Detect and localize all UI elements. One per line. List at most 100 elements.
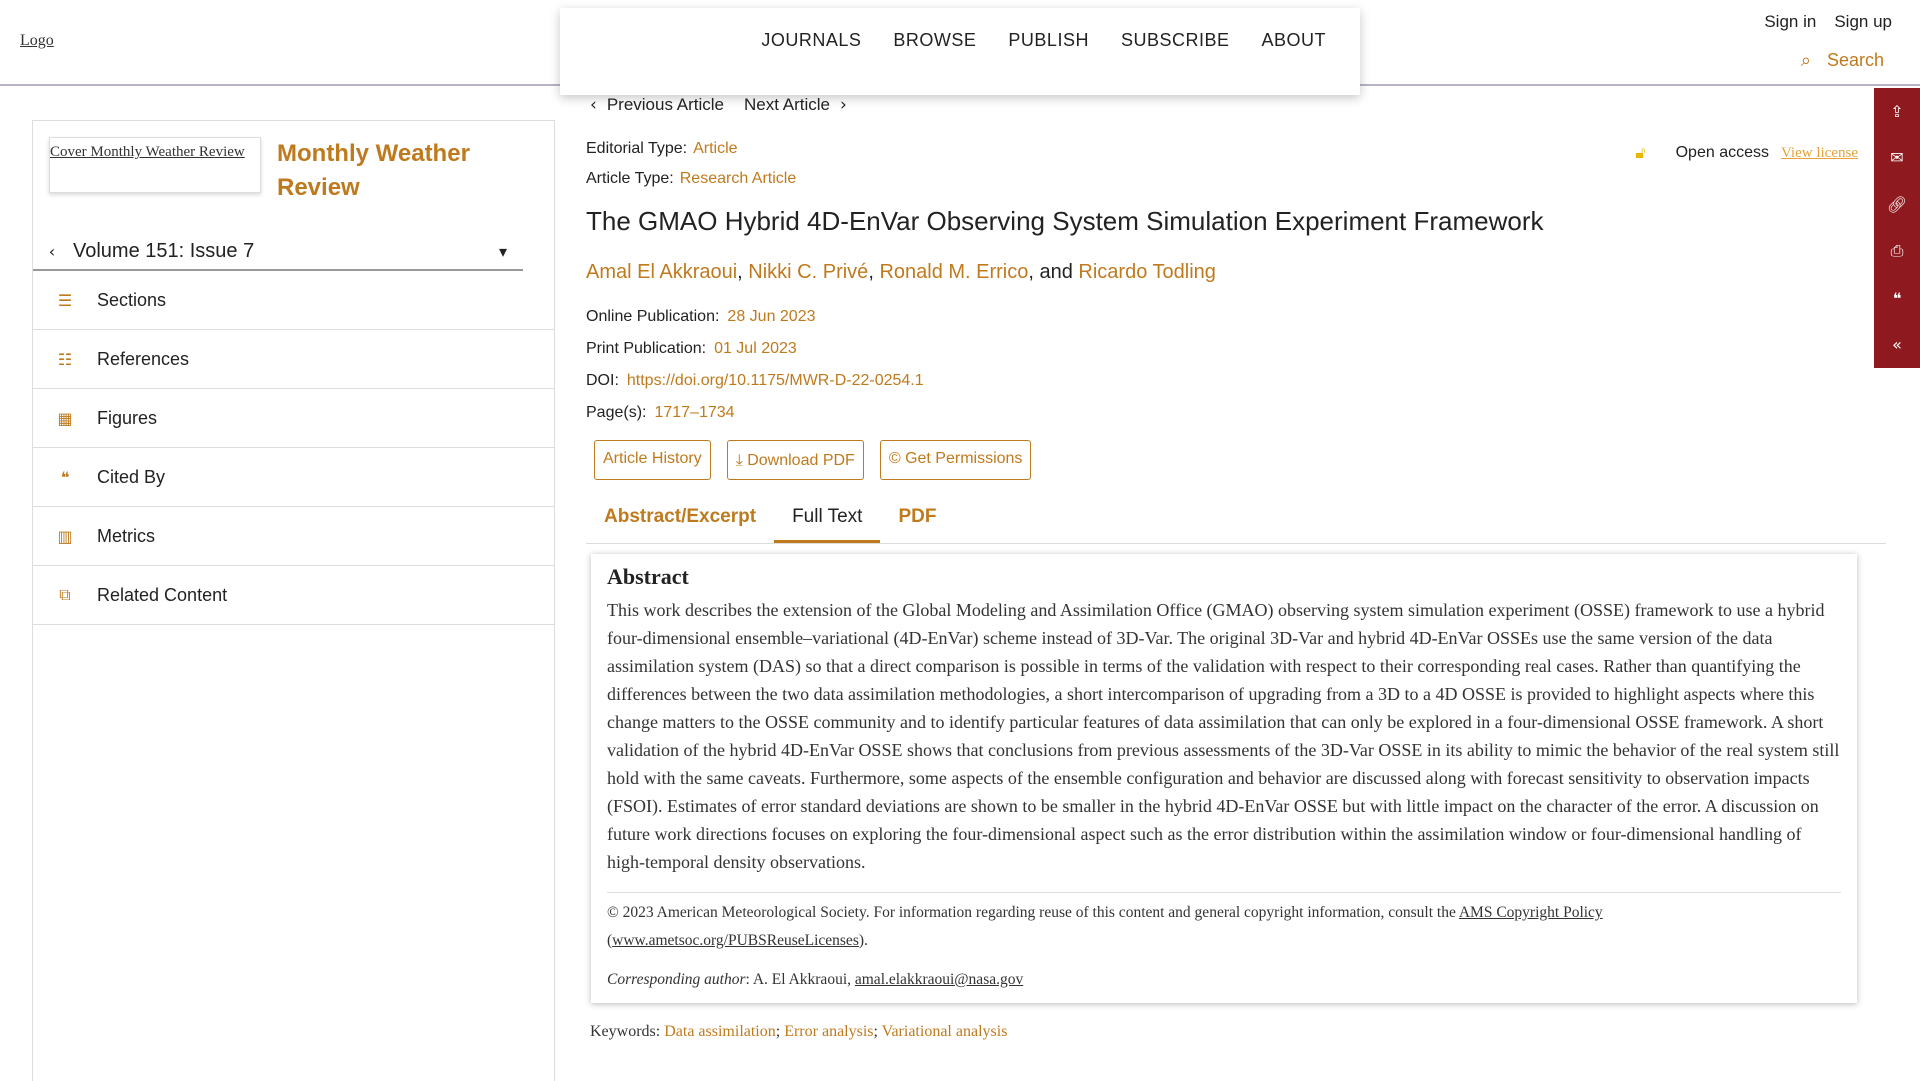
sidebar-item-references[interactable]: ☷ References [33, 330, 554, 389]
doi: DOI: https://doi.org/10.1175/MWR-D-22-025… [586, 372, 1886, 390]
pages-label: Page(s): [586, 404, 647, 421]
volume-selector[interactable]: ‹ Volume 151: Issue 7 ▾ [33, 233, 523, 271]
doi-link[interactable]: https://doi.org/10.1175/MWR-D-22-0254.1 [627, 372, 924, 389]
author-link[interactable]: Amal El Akkraoui [586, 261, 737, 283]
article-main: 🔓︎ Open access View license Editorial Ty… [586, 140, 1886, 1041]
open-access-label: Open access [1675, 144, 1769, 161]
article-title: The GMAO Hybrid 4D-EnVar Observing Syste… [586, 206, 1544, 236]
print-publication-label: Print Publication: [586, 340, 707, 357]
divider [607, 892, 1841, 893]
sections-icon: ☰ [57, 290, 73, 310]
volume-label: Volume 151: Issue 7 [73, 239, 255, 262]
previous-article-label: Previous Article [606, 95, 724, 114]
nav-browse[interactable]: BROWSE [893, 30, 976, 51]
article-type: Article Type: Research Article [586, 170, 1886, 188]
sidebar-item-label: Cited By [97, 466, 166, 487]
print-publication: Print Publication: 01 Jul 2023 [586, 340, 1886, 358]
abstract-heading: Abstract [607, 564, 689, 589]
collapse-icon[interactable]: « [1892, 335, 1902, 354]
search-toggle[interactable]: ⌕ Search [1801, 50, 1884, 71]
search-label: Search [1826, 50, 1884, 70]
sidebar-menu: ☰ Sections ☷ References ▦ Figures ❝ Cited By… [33, 271, 554, 625]
figures-icon: ▦ [57, 408, 73, 428]
share-icon[interactable]: ⇪ [1890, 102, 1903, 121]
previous-article-link[interactable]: ‹ Previous Article [590, 95, 724, 115]
author-link[interactable]: Nikki C. Privé [748, 261, 868, 283]
keyword-link[interactable]: Variational analysis [882, 1023, 1008, 1040]
nav-publish[interactable]: PUBLISH [1008, 30, 1089, 51]
author-link[interactable]: Ricardo Todling [1078, 261, 1216, 283]
sidebar-item-label: Metrics [97, 525, 155, 546]
author-separator: , and [1028, 261, 1079, 283]
corresponding-author-label: Corresponding author [607, 971, 746, 988]
chevron-down-icon[interactable]: ▾ [483, 242, 523, 261]
article-type-value[interactable]: Research Article [680, 170, 797, 187]
sidebar-item-label: Related Content [97, 584, 228, 605]
article-history-button[interactable]: Article History [594, 440, 711, 480]
author-separator: , [868, 261, 880, 283]
sign-up-link[interactable]: Sign up [1834, 12, 1892, 32]
journal-title[interactable]: Monthly Weather Review [277, 137, 507, 205]
next-article-link[interactable]: Next Article › [744, 95, 847, 115]
keywords-label: Keywords: [590, 1023, 661, 1040]
print-icon[interactable]: ⎙ [1891, 241, 1904, 261]
pages-value: 1717–1734 [654, 404, 735, 421]
next-article-label: Next Article [743, 95, 830, 114]
page-range: Page(s): 1717–1734 [586, 404, 1886, 422]
nav-subscribe[interactable]: SUBSCRIBE [1121, 30, 1230, 51]
corresponding-author-email[interactable]: amal.elakkraoui@nasa.gov [855, 971, 1023, 988]
copyright-policy-link[interactable]: AMS Copyright Policy [1459, 904, 1603, 921]
unlock-icon: 🔓︎ [1635, 143, 1646, 162]
copyright-notice: © 2023 American Meteorological Society. … [607, 899, 1841, 955]
issue-sidebar: Cover Monthly Weather Review Monthly Wea… [32, 120, 555, 1081]
sign-in-link[interactable]: Sign in [1764, 12, 1816, 32]
author-link[interactable]: Ronald M. Errico [879, 261, 1028, 283]
article-type-label: Article Type: [586, 170, 674, 187]
sidebar-item-label: Sections [97, 289, 167, 310]
article-actions: Article History ⤓ Download PDF © Get Per… [594, 440, 1886, 480]
sidebar-item-label: References [97, 348, 190, 369]
sidebar-item-related-content[interactable]: ⧉ Related Content [33, 566, 554, 625]
abstract-card: Abstract This work describes the extensi… [591, 554, 1857, 1003]
copyright-text: ). [858, 932, 868, 949]
nav-about[interactable]: ABOUT [1261, 30, 1326, 51]
print-publication-date: 01 Jul 2023 [714, 340, 797, 357]
sidebar-item-sections[interactable]: ☰ Sections [33, 271, 554, 330]
main-nav: JOURNALS BROWSE PUBLISH SUBSCRIBE ABOUT [560, 8, 1360, 95]
get-permissions-button[interactable]: © Get Permissions [879, 440, 1032, 480]
doi-label: DOI: [586, 372, 619, 389]
author-separator: , [737, 261, 749, 283]
sidebar-item-metrics[interactable]: ▥ Metrics [33, 507, 554, 566]
cite-icon[interactable]: ❝ [1893, 289, 1902, 308]
editorial-type-label: Editorial Type: [586, 140, 688, 157]
link-icon[interactable]: 🔗︎ [1887, 195, 1907, 214]
download-pdf-button[interactable]: ⤓ Download PDF [726, 440, 864, 480]
sidebar-item-cited-by[interactable]: ❝ Cited By [33, 448, 554, 507]
tab-abstract[interactable]: Abstract/Excerpt [586, 496, 774, 543]
nav-journals[interactable]: JOURNALS [761, 30, 861, 51]
keywords: Keywords: Data assimilation; Error analy… [590, 1023, 1008, 1040]
journal-cover-image[interactable]: Cover Monthly Weather Review [49, 137, 261, 193]
search-icon: ⌕ [1800, 50, 1811, 71]
chevron-right-icon: › [839, 95, 847, 115]
references-icon: ☷ [57, 349, 73, 369]
corresponding-author-name: : A. El Akkraoui, [745, 971, 855, 988]
abstract-text: This work describes the extension of the… [607, 600, 1840, 872]
chevron-left-icon[interactable]: ‹ [33, 242, 71, 261]
metrics-icon: ▥ [57, 526, 73, 546]
tab-full-text[interactable]: Full Text [774, 496, 881, 543]
editorial-type-value[interactable]: Article [693, 140, 737, 157]
corresponding-author: Corresponding author: A. El Akkraoui, am… [607, 971, 1841, 989]
download-icon: ⤓ [735, 450, 743, 469]
account-links: Sign in Sign up [1764, 12, 1892, 32]
keyword-link[interactable]: Data assimilation [664, 1023, 776, 1040]
reuse-licenses-link[interactable]: www.ametsoc.org/PUBSReuseLicenses [612, 932, 859, 949]
view-license-link[interactable]: View license [1781, 145, 1858, 162]
tab-pdf[interactable]: PDF [880, 496, 954, 543]
site-logo[interactable]: Logo [20, 32, 54, 50]
open-access-badge: 🔓︎ Open access View license [1635, 143, 1858, 163]
sidebar-item-figures[interactable]: ▦ Figures [33, 389, 554, 448]
related-content-icon: ⧉ [59, 585, 71, 604]
mail-icon[interactable]: ✉ [1890, 148, 1903, 167]
keyword-link[interactable]: Error analysis [784, 1023, 873, 1040]
